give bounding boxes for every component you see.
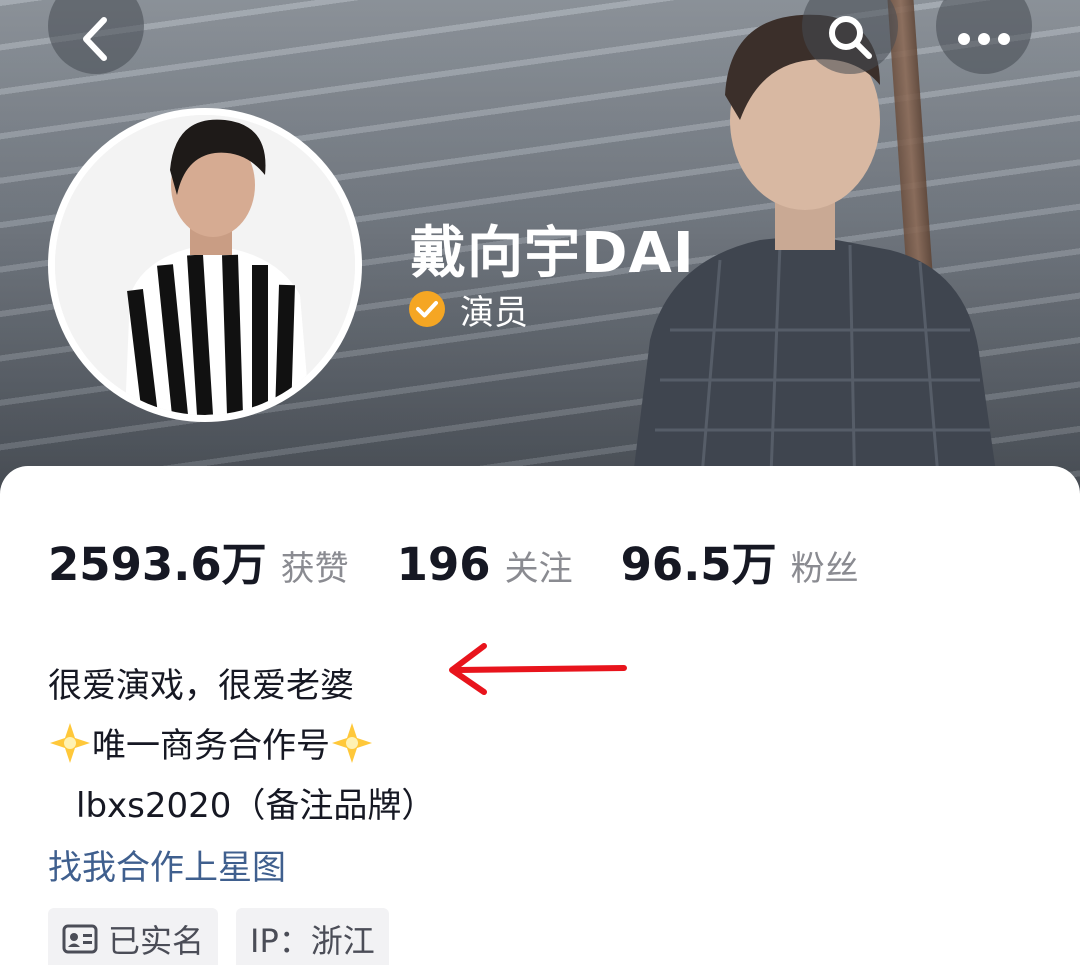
verification-label: 演员 — [460, 292, 528, 333]
stat-followers-value: 96.5万 — [620, 538, 777, 591]
ip-location-label: IP：浙江 — [250, 922, 375, 960]
sparkle-icon — [50, 722, 90, 763]
bio-line-contact: lbxs2020（备注品牌） — [76, 786, 436, 826]
ip-location-tag[interactable]: IP：浙江 — [236, 908, 389, 965]
verification-badge: 演员 — [408, 288, 528, 333]
verified-check-icon — [409, 291, 445, 327]
avatar[interactable] — [48, 108, 362, 422]
more-dots-icon — [958, 33, 1010, 45]
stats-row: 2593.6万 获赞 196 关注 96.5万 粉丝 — [48, 528, 907, 591]
chevron-left-icon — [83, 17, 107, 61]
stat-following-value: 196 — [396, 538, 491, 591]
sparkle-icon — [332, 722, 372, 763]
stat-likes[interactable]: 2593.6万 获赞 — [48, 528, 349, 593]
xingtu-cooperation-link[interactable]: 找我合作上星图 — [48, 840, 286, 889]
bio-line-business: 唯一商务合作号 — [48, 718, 374, 767]
realname-tag[interactable]: 已实名 — [48, 908, 219, 965]
stat-following-label: 关注 — [504, 549, 573, 589]
bio-line: 很爱演戏，很爱老婆 — [48, 666, 354, 706]
stat-likes-value: 2593.6万 — [48, 538, 267, 591]
realname-label: 已实名 — [108, 922, 205, 960]
search-icon — [829, 16, 872, 59]
business-label: 唯一商务合作号 — [92, 726, 330, 766]
profile-name: 戴向宇DAI — [410, 221, 695, 286]
stat-followers-label: 粉丝 — [790, 549, 859, 589]
stat-following[interactable]: 196 关注 — [397, 538, 573, 591]
id-card-icon — [62, 924, 98, 954]
red-arrow-annotation — [449, 643, 627, 695]
avatar-photo — [55, 115, 355, 415]
stat-likes-label: 获赞 — [280, 549, 349, 589]
stat-followers[interactable]: 96.5万 粉丝 — [621, 528, 859, 593]
profile-tags: 已实名 IP：浙江 — [48, 908, 389, 965]
